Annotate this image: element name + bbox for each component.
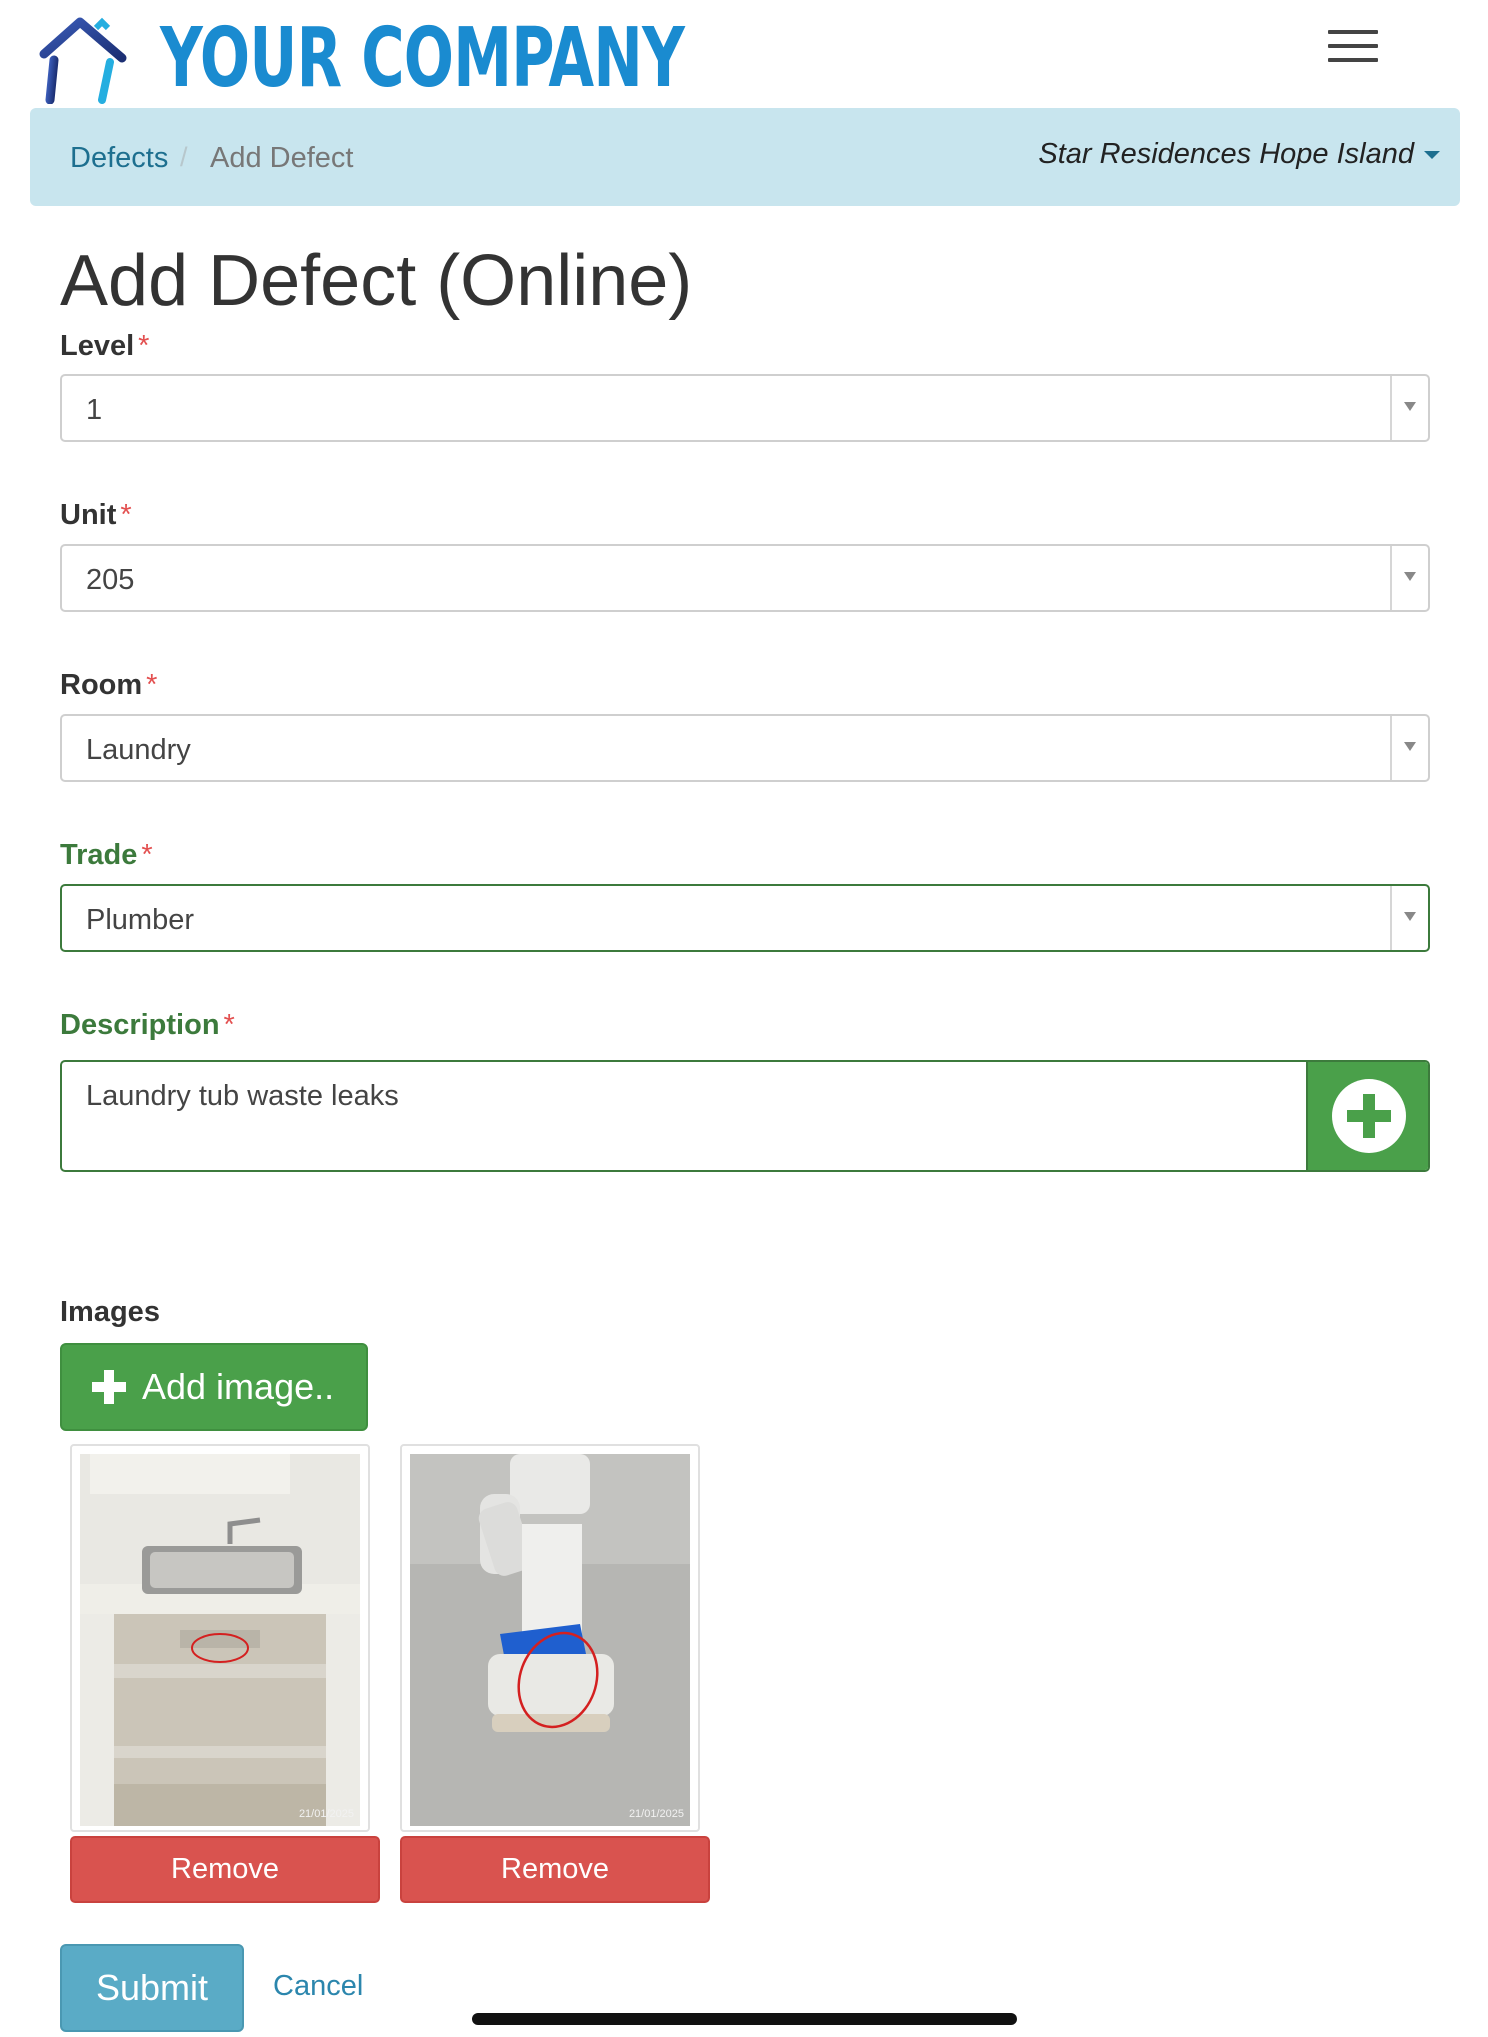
project-selector[interactable]: Star Residences Hope Island bbox=[1038, 138, 1440, 171]
submit-button[interactable]: Submit bbox=[60, 1944, 244, 2032]
add-description-button[interactable] bbox=[1306, 1062, 1428, 1170]
project-name: Star Residences Hope Island bbox=[1038, 138, 1414, 170]
dropdown-arrow-icon bbox=[1390, 886, 1428, 950]
level-select[interactable]: 1 bbox=[60, 374, 1430, 442]
room-value: Laundry bbox=[86, 734, 191, 766]
required-marker: * bbox=[141, 839, 153, 871]
room-select[interactable]: Laundry bbox=[60, 714, 1430, 782]
photo-date: 21/01/2025 bbox=[628, 1808, 684, 1820]
home-indicator[interactable] bbox=[472, 2013, 1017, 2025]
image-thumbnail[interactable]: 21/01/2025 bbox=[400, 1444, 700, 1832]
unit-value: 205 bbox=[86, 564, 135, 596]
image-thumbnail[interactable]: 21/01/2025 bbox=[70, 1444, 370, 1832]
room-label: Room * bbox=[60, 669, 158, 701]
breadcrumb: Defects / Add Defect Star Residences Hop… bbox=[30, 108, 1460, 206]
company-logo[interactable]: YOUR COMPANY bbox=[36, 14, 888, 104]
pipe-leak-photo bbox=[410, 1454, 690, 1826]
description-label: Description * bbox=[60, 1009, 235, 1041]
plus-icon bbox=[92, 1370, 126, 1404]
laundry-cabinet-photo bbox=[80, 1454, 360, 1826]
plus-circle-icon bbox=[1332, 1079, 1406, 1153]
trade-value: Plumber bbox=[86, 904, 194, 936]
breadcrumb-separator: / bbox=[180, 142, 188, 172]
unit-label: Unit * bbox=[60, 499, 132, 531]
add-image-button[interactable]: Add image.. bbox=[60, 1343, 368, 1431]
add-image-label: Add image.. bbox=[142, 1366, 335, 1407]
level-label: Level * bbox=[60, 330, 150, 362]
trade-select[interactable]: Plumber bbox=[60, 884, 1430, 952]
level-value: 1 bbox=[86, 394, 103, 426]
hamburger-menu-icon[interactable] bbox=[1328, 30, 1378, 66]
unit-select[interactable]: 205 bbox=[60, 544, 1430, 612]
cancel-link[interactable]: Cancel bbox=[273, 1970, 363, 2003]
page-title: Add Defect (Online) bbox=[60, 241, 693, 321]
required-marker: * bbox=[223, 1009, 235, 1041]
photo-date: 21/01/2025 bbox=[298, 1808, 354, 1820]
images-label: Images bbox=[60, 1296, 160, 1328]
dropdown-arrow-icon bbox=[1390, 716, 1428, 780]
breadcrumb-defects-link[interactable]: Defects bbox=[70, 142, 168, 175]
remove-image-button[interactable]: Remove bbox=[400, 1836, 710, 1903]
required-marker: * bbox=[138, 330, 150, 362]
house-outline-icon bbox=[39, 17, 127, 104]
dropdown-arrow-icon bbox=[1390, 546, 1428, 610]
company-name: YOUR COMPANY bbox=[160, 11, 685, 106]
description-input[interactable]: Laundry tub waste leaks bbox=[60, 1060, 1430, 1172]
required-marker: * bbox=[146, 669, 158, 701]
required-marker: * bbox=[120, 499, 132, 531]
trade-label: Trade * bbox=[60, 839, 153, 871]
caret-down-icon bbox=[1424, 150, 1440, 159]
remove-image-button[interactable]: Remove bbox=[70, 1836, 380, 1903]
breadcrumb-current: Add Defect bbox=[210, 142, 354, 174]
description-value: Laundry tub waste leaks bbox=[86, 1080, 399, 1112]
app-header: YOUR COMPANY bbox=[0, 0, 1488, 108]
dropdown-arrow-icon bbox=[1390, 376, 1428, 440]
